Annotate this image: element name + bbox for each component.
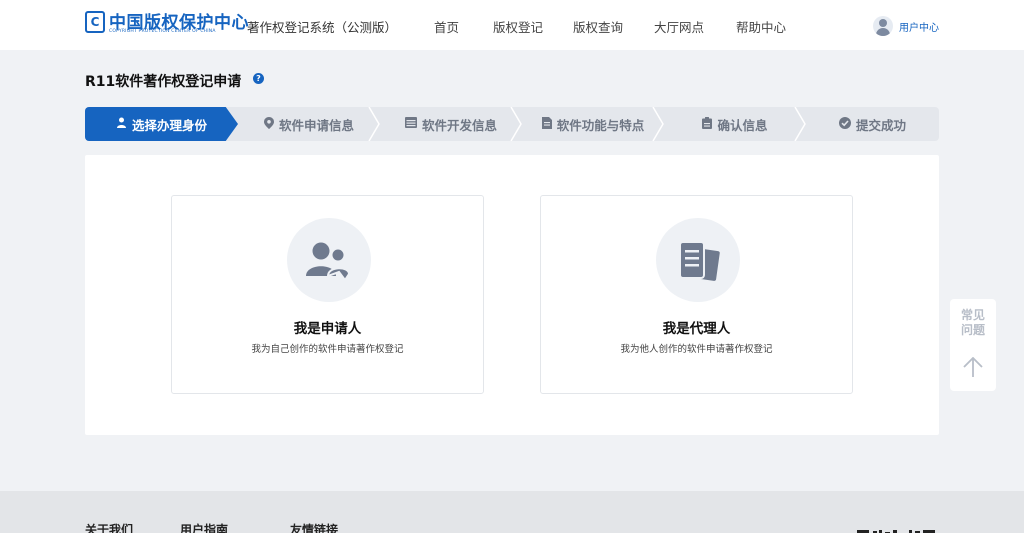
nav-copyright-registration[interactable]: 版权登记 [493,17,543,36]
progress-steps: 选择办理身份 软件申请信息 软件开发信息 软件功能与特点 确认信息 提交成功 [85,107,939,141]
system-name: 著作权登记系统（公测版） [247,20,398,35]
clipboard-icon [702,116,713,132]
faq-label: 常见 问题 [950,308,996,338]
step-label: 确认信息 [717,117,768,133]
faq-float-button[interactable]: 常见 问题 [950,299,996,391]
step-label: 软件申请信息 [278,117,354,133]
nav-copyright-query[interactable]: 版权查询 [573,17,623,36]
agent-card[interactable]: 我是代理人 我为他人创作的软件申请著作权登记 [540,195,853,394]
step-separator [794,107,806,141]
user-center-label: 用户中心 [899,22,939,34]
top-header: C 中国版权保护中心 COPYRIGHT PROTECTION CENTER O… [0,0,1024,50]
identity-selection-panel: 我是申请人 我为自己创作的软件申请著作权登记 我是代理人 我为他人创作的软件申请… [85,155,939,435]
footer-user-guide[interactable]: 用户指南 [180,521,228,533]
copyright-logo-icon: C [85,11,105,33]
footer-friendly-links[interactable]: 友情链接 [290,521,338,533]
page-footer: 关于我们 用户指南 友情链接 [0,491,1024,533]
check-circle-icon [838,116,851,132]
step-label: 提交成功 [855,117,906,133]
location-pin-icon [263,116,274,132]
step-label: 选择办理身份 [131,117,207,133]
qr-code-icon [857,524,937,533]
faq-label-line2: 问题 [960,323,985,337]
users-icon [287,218,371,302]
agent-title: 我是代理人 [662,321,731,337]
arrow-up-icon[interactable] [962,356,984,381]
step-confirm-info[interactable]: 确认信息 [664,107,806,141]
footer-about-us[interactable]: 关于我们 [85,521,133,533]
step-label: 软件功能与特点 [556,117,645,133]
agent-description: 我为他人创作的软件申请著作权登记 [620,344,773,355]
user-icon [116,117,127,131]
step-separator [368,107,380,141]
nav-service-halls[interactable]: 大厅网点 [654,17,704,36]
applicant-card[interactable]: 我是申请人 我为自己创作的软件申请著作权登记 [171,195,484,394]
step-software-application-info[interactable]: 软件申请信息 [238,107,380,141]
nav-help-center[interactable]: 帮助中心 [736,17,786,36]
nav-home[interactable]: 首页 [434,17,459,36]
site-logo[interactable]: C 中国版权保护中心 COPYRIGHT PROTECTION CENTER O… [85,11,249,37]
step-select-identity[interactable]: 选择办理身份 [85,107,238,141]
user-center[interactable]: 用户中心 [873,15,939,37]
page-title: R11软件著作权登记申请 [85,74,242,90]
document-stack-icon [656,218,740,302]
step-software-features[interactable]: 软件功能与特点 [522,107,664,141]
applicant-description: 我为自己创作的软件申请著作权登记 [251,344,404,355]
step-separator [652,107,664,141]
user-avatar-icon [873,16,893,36]
calendar-icon [404,117,417,131]
faq-label-line1: 常见 [960,308,985,322]
document-icon [541,116,552,132]
help-icon[interactable]: ? [253,73,264,84]
step-separator [510,107,522,141]
step-label: 软件开发信息 [421,117,497,133]
step-submit-success[interactable]: 提交成功 [806,107,939,141]
applicant-title: 我是申请人 [293,321,362,337]
logo-english-name: COPYRIGHT PROTECTION CENTER OF CHINA [109,29,216,34]
step-software-development-info[interactable]: 软件开发信息 [380,107,522,141]
